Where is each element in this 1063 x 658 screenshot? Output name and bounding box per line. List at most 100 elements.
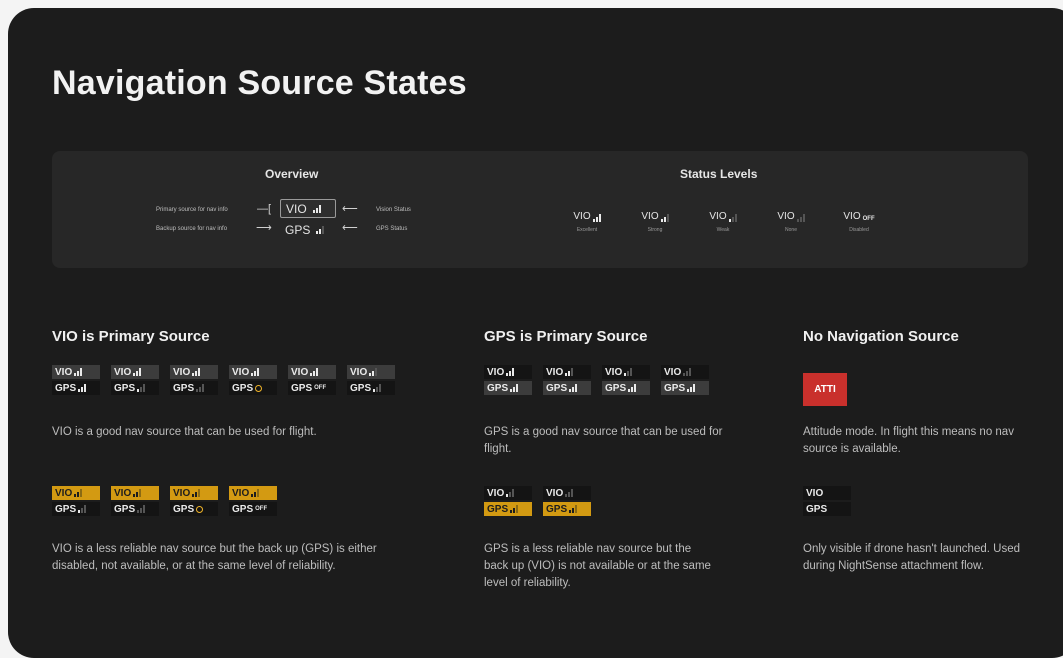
source-state-pair: VIO GPS <box>170 365 218 395</box>
gps-chip: GPS <box>111 381 159 395</box>
chip-label: GPS <box>487 503 509 515</box>
signal-bars-icon <box>565 489 574 497</box>
vio-chip: VIO <box>484 365 532 379</box>
signal-bars-icon <box>728 214 737 222</box>
level-caption: Disabled <box>849 227 869 233</box>
signal-bars-icon <box>312 204 321 213</box>
chip-label: VIO <box>173 366 191 378</box>
vio-chip: VIO <box>484 486 532 500</box>
vio-chip: VIO <box>543 486 591 500</box>
signal-bars-icon <box>565 368 574 376</box>
signal-bars-icon <box>316 225 325 234</box>
chip-label: VIO <box>487 487 505 499</box>
overview-vio-row: VIO <box>280 199 336 218</box>
signal-bars-icon <box>687 384 696 392</box>
gps-chip: GPS <box>347 381 395 395</box>
gps-chip: GPS <box>111 502 159 516</box>
source-state-pair: VIO GPS <box>111 365 159 395</box>
signal-bars-icon <box>78 384 87 392</box>
gps-chip: GPS OFF <box>288 381 336 395</box>
level-caption: Weak <box>716 227 730 233</box>
chip-label: GPS <box>291 382 313 394</box>
no-nav-atti-desc: Attitude mode. In flight this means no n… <box>803 426 1014 455</box>
chip-label: GPS <box>664 382 686 394</box>
level-caption: Excellent <box>576 227 598 233</box>
no-nav-gps-label: GPS <box>806 503 828 515</box>
chip-label: VIO <box>55 487 73 499</box>
vio-chip: VIO <box>52 365 100 379</box>
backup-arrow-icon: ⟶ <box>256 222 272 234</box>
level-label: VIO <box>843 211 861 222</box>
no-nav-vio-label: VIO <box>806 487 824 499</box>
chip-label: VIO <box>114 366 132 378</box>
signal-bars-icon <box>569 505 578 513</box>
gps-chip: GPS <box>52 381 100 395</box>
no-nav-source-pair: VIO GPS <box>803 486 851 516</box>
page-title: Navigation Source States <box>52 64 467 102</box>
vio-chip: VIO <box>52 486 100 500</box>
gps-chip: GPS <box>170 502 218 516</box>
gps-chip: GPS <box>602 381 650 395</box>
chip-label: GPS <box>55 382 77 394</box>
source-state-pair: VIO GPS <box>602 365 650 395</box>
signal-bars-icon <box>74 489 83 497</box>
chip-label: GPS <box>173 382 195 394</box>
no-nav-vio-chip: VIO <box>803 486 851 500</box>
no-nav-title: No Navigation Source <box>803 328 959 345</box>
source-state-pair: VIO GPS <box>229 365 277 395</box>
chip-label: GPS <box>487 382 509 394</box>
signal-bars-icon <box>592 214 601 222</box>
signal-bars-icon <box>192 368 201 376</box>
signal-bars-icon <box>196 384 205 392</box>
gps-chip: GPS <box>661 381 709 395</box>
overview-gps-label: GPS <box>285 222 311 237</box>
overview-gps-row: GPS <box>280 221 336 238</box>
gps-chip: GPS <box>543 502 591 516</box>
gps-chip: GPS <box>52 502 100 516</box>
gps-chip: GPS OFF <box>229 502 277 516</box>
vio-chip: VIO <box>288 365 336 379</box>
signal-bars-icon <box>74 368 83 376</box>
signal-bars-icon <box>133 489 142 497</box>
overview-source-stack: VIO GPS <box>280 199 336 239</box>
signal-bars-icon <box>133 368 142 376</box>
level-label: VIO <box>641 211 659 222</box>
vio-chip: VIO <box>661 365 709 379</box>
signal-bars-icon <box>310 368 319 376</box>
source-state-pair: VIO GPS <box>52 486 100 516</box>
chip-label: GPS <box>546 382 568 394</box>
gps-status-label: GPS Status <box>376 226 408 232</box>
gps-chip: GPS <box>484 502 532 516</box>
primary-bracket-icon: —[ <box>257 203 272 215</box>
vio-chip: VIO <box>229 486 277 500</box>
vio-chip: VIO <box>543 365 591 379</box>
signal-bars-icon <box>569 384 578 392</box>
status-level-item: VIO Weak <box>693 208 753 233</box>
level-caption: None <box>785 227 797 233</box>
signal-bars-icon <box>137 505 146 513</box>
vision-status-label: Vision Status <box>376 207 411 213</box>
off-tag: OFF <box>255 506 268 512</box>
status-level-item: VIO Excellent <box>557 208 617 233</box>
chip-label: VIO <box>291 366 309 378</box>
chip-label: GPS <box>114 382 136 394</box>
chip-label: GPS <box>546 503 568 515</box>
signal-bars-icon <box>624 368 633 376</box>
vio-primary-weak-desc: VIO is a less reliable nav source but th… <box>52 543 377 572</box>
vio-chip: VIO <box>602 365 650 379</box>
gps-chip: GPS <box>229 381 277 395</box>
status-level-item: VIO Strong <box>625 208 685 233</box>
source-state-pair: VIO GPS <box>543 365 591 395</box>
signal-bars-icon <box>510 384 519 392</box>
vio-chip: VIO <box>229 365 277 379</box>
gps-status-arrow-icon: ⟵ <box>342 222 358 234</box>
chip-label: GPS <box>605 382 627 394</box>
gps-primary-weak-desc: GPS is a less reliable nav source but th… <box>484 543 711 589</box>
signal-bars-icon <box>796 214 805 222</box>
chip-label: VIO <box>487 366 505 378</box>
chip-label: GPS <box>350 382 372 394</box>
overview-vio-label: VIO <box>286 201 307 216</box>
vio-chip: VIO <box>347 365 395 379</box>
gps-acquiring-icon <box>196 505 204 513</box>
chip-label: GPS <box>232 382 254 394</box>
